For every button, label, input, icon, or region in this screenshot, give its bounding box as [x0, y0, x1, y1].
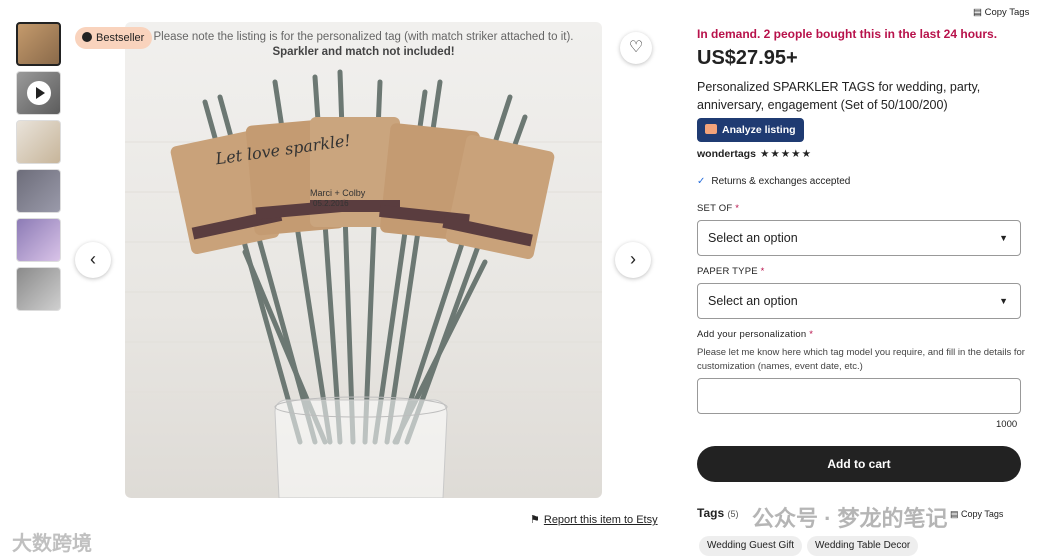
bestseller-badge: Bestseller [75, 27, 153, 49]
paper-type-label: PAPER TYPE * [697, 266, 765, 277]
listing-title: Personalized SPARKLER TAGS for wedding, … [697, 80, 981, 112]
analyze-icon [705, 124, 717, 134]
tag-chip[interactable]: Wedding Table Decor [807, 536, 919, 556]
chevron-right-icon: › [630, 249, 636, 269]
previous-image-button[interactable]: ‹ [75, 242, 111, 278]
tag-names-text: Marci + Colby [310, 188, 366, 198]
thumbnail-3[interactable] [16, 120, 61, 164]
tag-chip[interactable]: Wedding Guest Gift [699, 536, 803, 556]
next-image-button[interactable]: › [615, 242, 651, 278]
thumbnail-strip [16, 22, 62, 316]
analyze-listing-button[interactable]: Analyze listing [697, 118, 804, 142]
tag-date-text: 05.2.2016 [313, 199, 349, 208]
copy-tags-button[interactable]: ▤ Copy Tags [973, 7, 1029, 18]
dropdown-arrow-icon: ▼ [999, 296, 1008, 306]
personalization-label: Add your personalization * [697, 329, 814, 340]
set-of-select[interactable]: Select an option ▼ [697, 220, 1021, 256]
award-icon [82, 32, 92, 42]
thumbnail-5[interactable] [16, 218, 61, 262]
shop-info: wondertags ★★★★★ [697, 148, 812, 160]
favorite-button[interactable]: ♡ [620, 32, 652, 64]
sparkler-illustration [125, 69, 602, 498]
shop-name-link[interactable]: wondertags [697, 148, 756, 160]
report-item-link[interactable]: ⚑ Report this item to Etsy [530, 513, 658, 526]
watermark-left: 大数跨境 [12, 533, 92, 555]
thumbnail-1[interactable] [16, 22, 61, 66]
tags-heading: Tags (5) [697, 506, 739, 520]
paper-type-select[interactable]: Select an option ▼ [697, 283, 1021, 319]
chevron-left-icon: ‹ [90, 249, 96, 269]
play-icon [27, 81, 51, 105]
set-of-label: SET OF * [697, 203, 740, 214]
price: US$27.95+ [697, 47, 798, 69]
clipboard-icon: ▤ [950, 509, 962, 519]
returns-policy: ✓ Returns & exchanges accepted [697, 176, 851, 187]
rating-stars[interactable]: ★★★★★ [760, 148, 812, 160]
personalization-help: Please let me know here which tag model … [697, 347, 1025, 372]
dropdown-arrow-icon: ▼ [999, 233, 1008, 243]
watermark-right: 公众号 · 梦龙的笔记 [752, 506, 948, 531]
demand-notice: In demand. 2 people bought this in the l… [697, 27, 998, 41]
thumbnail-4[interactable] [16, 169, 61, 213]
add-to-cart-button[interactable]: Add to cart [697, 446, 1021, 482]
clipboard-icon: ▤ [973, 7, 985, 18]
thumbnail-6[interactable] [16, 267, 61, 311]
copy-tags-bottom-button[interactable]: ▤ Copy Tags [950, 509, 1003, 520]
character-counter: 1000 [996, 419, 1018, 430]
thumbnail-video[interactable] [16, 71, 61, 115]
flag-icon: ⚑ [530, 514, 540, 526]
personalization-textarea[interactable] [697, 378, 1021, 414]
checkmark-icon: ✓ [697, 176, 706, 187]
heart-icon: ♡ [628, 39, 644, 56]
main-product-image[interactable]: Please note the listing is for the perso… [125, 22, 602, 498]
